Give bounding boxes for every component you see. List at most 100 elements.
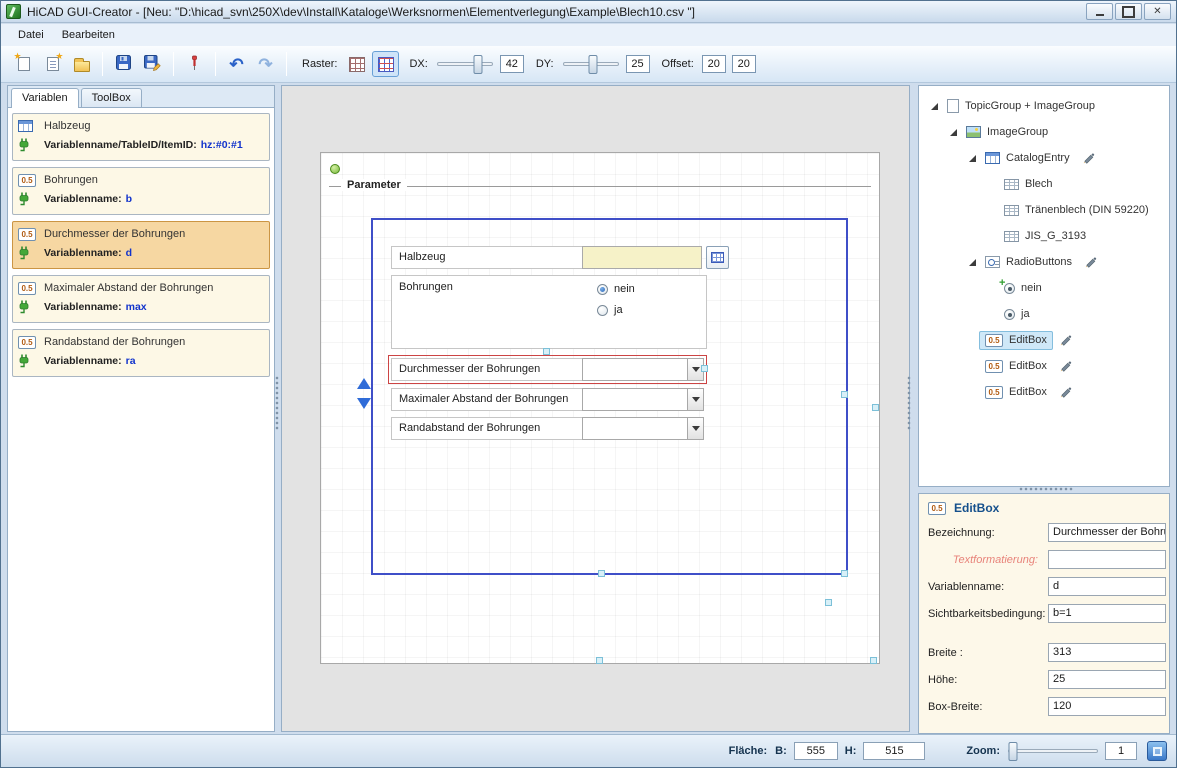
undo-button[interactable] [223, 51, 250, 77]
variable-card[interactable]: HalbzeugVariablenname/TableID/ItemID:hz:… [12, 113, 270, 161]
selection-handle[interactable] [701, 365, 708, 372]
radio-option[interactable]: ja [597, 304, 635, 316]
card-title: Bohrungen [44, 174, 265, 186]
selection-handle[interactable] [598, 570, 605, 577]
dx-slider[interactable] [436, 55, 494, 74]
toolbar-separator [215, 52, 216, 76]
tree-item-radiobuttons[interactable]: RadioButtons [919, 249, 1169, 275]
redo-button[interactable] [252, 51, 279, 77]
tree-item-jis-g-3193[interactable]: JIS_G_3193 [919, 223, 1169, 249]
property-input[interactable]: 120 [1048, 697, 1166, 716]
property-input[interactable]: 313 [1048, 643, 1166, 662]
tree-item-ja[interactable]: ja [919, 301, 1169, 327]
card-variable-value: hz:#0:#1 [201, 139, 243, 151]
form-dropdown[interactable] [582, 358, 704, 381]
variable-card[interactable]: Durchmesser der BohrungenVariablenname:d [12, 221, 270, 269]
property-input[interactable]: Durchmesser der Bohrungen [1048, 523, 1166, 542]
dropdown-arrow-button[interactable] [687, 418, 703, 439]
variables-list: HalbzeugVariablenname/TableID/ItemID:hz:… [8, 108, 274, 382]
left-splitter[interactable] [275, 376, 279, 430]
right-splitter[interactable] [907, 376, 911, 430]
tree-item-imagegroup[interactable]: ImageGroup [919, 119, 1169, 145]
tree-item-catalogentry[interactable]: CatalogEntry [919, 145, 1169, 171]
selection-handle[interactable] [825, 599, 832, 606]
slider-thumb[interactable] [473, 55, 482, 74]
property-input[interactable]: 25 [1048, 670, 1166, 689]
menu-item-bearbeiten[interactable]: Bearbeiten [53, 26, 124, 44]
expander-icon[interactable] [946, 128, 960, 137]
editbox-icon [18, 336, 36, 349]
move-down-handle[interactable] [357, 398, 371, 409]
tree-item-tr-nenblech-din-59220-[interactable]: Tränenblech (DIN 59220) [919, 197, 1169, 223]
edit-pencil-button[interactable] [1059, 360, 1072, 373]
save-button[interactable] [110, 51, 137, 77]
move-up-handle[interactable] [357, 378, 371, 389]
tree-item-editbox[interactable]: EditBox [919, 353, 1169, 379]
variable-card[interactable]: BohrungenVariablenname:b [12, 167, 270, 215]
variable-card[interactable]: Randabstand der BohrungenVariablenname:r… [12, 329, 270, 377]
tree-item-editbox[interactable]: EditBox [919, 327, 1169, 353]
tree-item-topicgroup-imagegroup[interactable]: TopicGroup + ImageGroup [919, 93, 1169, 119]
flaeche-b-field[interactable]: 555 [794, 742, 838, 760]
grid-colored-button[interactable] [372, 51, 399, 77]
save-as-button[interactable] [139, 51, 166, 77]
edit-pencil-button[interactable] [1084, 256, 1097, 269]
panel-splitter[interactable] [1019, 487, 1073, 491]
new-from-template-button[interactable] [39, 51, 66, 77]
offset-x-field[interactable]: 20 [702, 55, 726, 73]
edit-pencil-button[interactable] [1059, 334, 1072, 347]
slider-track [437, 62, 493, 66]
tree-label: EditBox [1009, 334, 1047, 346]
grid-button[interactable] [343, 51, 370, 77]
selection-handle[interactable] [596, 657, 603, 664]
open-button[interactable] [68, 51, 95, 77]
dx-field[interactable]: 42 [500, 55, 524, 73]
flaeche-label: Fläche: [729, 745, 768, 757]
tree-item-blech[interactable]: Blech [919, 171, 1169, 197]
offset-y-field[interactable]: 20 [732, 55, 756, 73]
menu-item-datei[interactable]: Datei [9, 26, 53, 44]
slider-thumb[interactable] [589, 55, 598, 74]
flaeche-h-field[interactable]: 515 [863, 742, 925, 760]
selection-handle[interactable] [543, 348, 550, 355]
pin-button[interactable] [181, 51, 208, 77]
card-icons [18, 282, 40, 318]
tab-toolbox[interactable]: ToolBox [81, 88, 142, 107]
plug-icon [18, 300, 30, 318]
dy-field[interactable]: 25 [626, 55, 650, 73]
fit-view-button[interactable] [1147, 741, 1167, 761]
edit-pencil-button[interactable] [1082, 152, 1095, 165]
dy-slider[interactable] [562, 55, 620, 74]
property-input[interactable] [1048, 550, 1166, 569]
tab-variablen[interactable]: Variablen [11, 88, 79, 108]
halbzeug-catalog-button[interactable] [706, 246, 729, 269]
maximize-button[interactable] [1115, 3, 1142, 20]
variable-card[interactable]: Maximaler Abstand der BohrungenVariablen… [12, 275, 270, 323]
selection-handle[interactable] [872, 404, 879, 411]
form-page[interactable]: Parameter Halbzeug Bohrungen neinja Durc… [320, 152, 880, 664]
form-dropdown[interactable] [582, 388, 704, 411]
zoom-slider[interactable] [1007, 742, 1099, 761]
expander-icon[interactable] [927, 102, 941, 111]
minimize-button[interactable] [1086, 3, 1113, 20]
selection-handle[interactable] [841, 391, 848, 398]
halbzeug-input[interactable] [582, 246, 702, 269]
selection-handle[interactable] [841, 570, 848, 577]
selection-handle[interactable] [870, 657, 877, 664]
property-input[interactable]: d [1048, 577, 1166, 596]
radio-option[interactable]: nein [597, 283, 635, 295]
edit-pencil-button[interactable] [1059, 386, 1072, 399]
tree-label: ImageGroup [987, 126, 1048, 138]
zoom-field[interactable]: 1 [1105, 742, 1137, 760]
origin-handle[interactable] [330, 164, 340, 174]
form-dropdown[interactable] [582, 417, 704, 440]
new-file-button[interactable] [10, 51, 37, 77]
close-button[interactable] [1144, 3, 1171, 20]
tree-item-nein[interactable]: nein [919, 275, 1169, 301]
dropdown-arrow-button[interactable] [687, 389, 703, 410]
expander-icon[interactable] [965, 258, 979, 267]
tree-item-editbox[interactable]: EditBox [919, 379, 1169, 405]
property-input[interactable]: b=1 [1048, 604, 1166, 623]
expander-icon[interactable] [965, 154, 979, 163]
slider-thumb[interactable] [1009, 742, 1018, 761]
